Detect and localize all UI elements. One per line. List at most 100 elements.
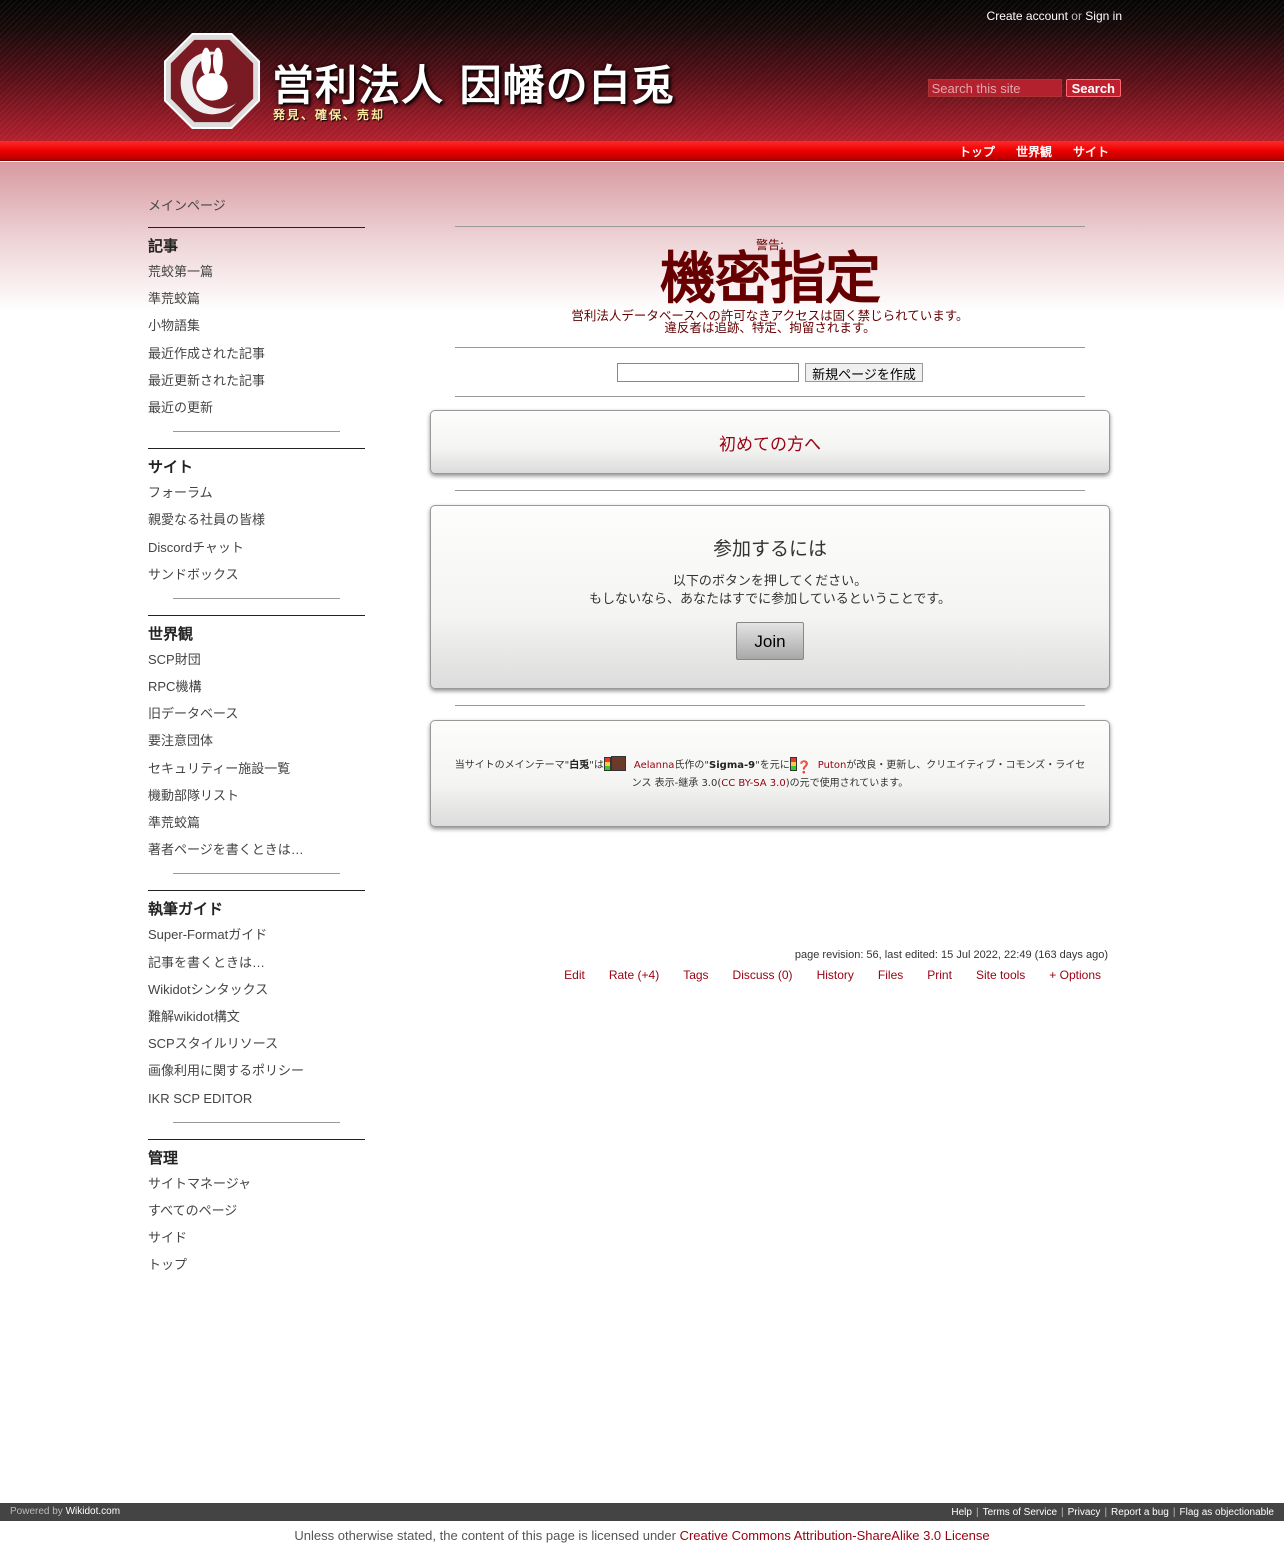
karma-icon <box>789 757 797 771</box>
main-content: 警告: 機密指定 営利法人データベースへの許可なきアクセスは固く禁じられています… <box>430 226 1110 827</box>
more-options[interactable]: + Options <box>1049 968 1101 982</box>
site-header: Create account or Sign in 営利法人 因幡の白兎 発見、… <box>0 0 1284 141</box>
sidebar-section-articles: 記事 荒蛟第一篇 準荒蛟篇 小物語集 最近作成された記事 最近更新された記事 最… <box>148 227 365 433</box>
sidebar-item[interactable]: SCP財団 <box>148 650 365 677</box>
sidebar-divider <box>173 873 340 875</box>
sidebar-item[interactable]: 画像利用に関するポリシー <box>148 1061 365 1088</box>
tags-option[interactable]: Tags <box>683 968 708 982</box>
sidebar-heading: サイト <box>148 459 194 477</box>
sidebar-item[interactable]: 機動部隊リスト <box>148 786 365 813</box>
sidebar-item[interactable]: 荒蛟第一篇 <box>148 262 365 289</box>
discuss-option[interactable]: Discuss (0) <box>733 968 793 982</box>
sidebar-heading: 世界観 <box>148 625 194 643</box>
sidebar-item[interactable]: SCPスタイルリソース <box>148 1034 365 1061</box>
site-title[interactable]: 営利法人 因幡の白兎 <box>272 52 675 113</box>
sidebar-item[interactable]: 最近作成された記事 <box>148 344 365 371</box>
sidebar-section-site: サイト フォーラム 親愛なる社員の皆様 Discordチャット サンドボックス <box>148 448 365 599</box>
user-avatar-icon[interactable] <box>610 756 626 771</box>
sign-in-link[interactable]: Sign in <box>1085 9 1122 23</box>
files-option[interactable]: Files <box>878 968 903 982</box>
page-revision-info: page revision: 56, last edited: 15 Jul 2… <box>794 949 1108 961</box>
top-nav-item-world[interactable]: 世界観 <box>1016 143 1052 160</box>
warning-title: 機密指定 <box>660 247 881 312</box>
author-link-aelanna[interactable]: Aelanna <box>634 760 675 771</box>
sidebar-item[interactable]: フォーラム <box>148 483 365 510</box>
sidebar-item[interactable]: 要注意団体 <box>148 731 365 758</box>
separator: | <box>1061 1507 1064 1518</box>
new-page-input[interactable] <box>617 362 800 382</box>
sidebar-item[interactable]: 著者ページを書くときは… <box>148 840 365 867</box>
author-link-puton[interactable]: Puton <box>818 760 847 771</box>
first-time-link[interactable]: 初めての方へ <box>719 435 821 455</box>
warning-line: 違反者は追跡、特定、拘留されます。 <box>664 320 876 335</box>
search-button[interactable]: Search <box>1065 79 1121 97</box>
sidebar-item[interactable]: Discordチャット <box>148 538 365 565</box>
rate-option[interactable]: Rate (+4) <box>609 968 659 982</box>
sidebar-heading: 執筆ガイド <box>148 901 224 919</box>
warning-text: 営利法人データベースへの許可なきアクセスは固く禁じられています。 違反者は追跡、… <box>430 309 1110 335</box>
side-bar: メインページ 記事 荒蛟第一篇 準荒蛟篇 小物語集 最近作成された記事 最近更新… <box>148 196 365 1282</box>
top-nav-item-top[interactable]: トップ <box>959 143 995 160</box>
sidebar-item[interactable]: 準荒蛟篇 <box>148 289 365 316</box>
footer-links: Help | Terms of Service | Privacy | Repo… <box>951 1507 1274 1518</box>
join-line: 以下のボタンを押してください。 <box>672 574 868 589</box>
terms-link[interactable]: Terms of Service <box>983 1507 1057 1518</box>
search-input[interactable] <box>927 79 1062 97</box>
join-button[interactable]: Join <box>736 622 804 660</box>
base-theme-name: Sigma-9 <box>709 760 756 771</box>
sidebar-item[interactable]: 難解wikidot構文 <box>148 1007 365 1034</box>
create-page-button[interactable]: 新規ページを作成 <box>805 362 923 382</box>
site-tools-option[interactable]: Site tools <box>976 968 1025 982</box>
sidebar-item[interactable]: サイド <box>148 1228 365 1255</box>
powered-by: Powered by Wikidot.com <box>10 1506 120 1517</box>
sidebar-item[interactable]: Wikidotシンタックス <box>148 980 365 1007</box>
help-link[interactable]: Help <box>951 1507 972 1518</box>
sidebar-divider <box>173 1121 340 1123</box>
sidebar-item-main-page[interactable]: メインページ <box>148 196 365 227</box>
sidebar-item[interactable]: Super-Formatガイド <box>148 925 365 952</box>
license-text: 氏作の" <box>674 760 710 771</box>
create-account-link[interactable]: Create account <box>987 9 1068 23</box>
license-text: "を元に <box>755 760 790 771</box>
footer-bar: Powered by Wikidot.com Help | Terms of S… <box>0 1503 1284 1521</box>
sidebar-item[interactable]: IKR SCP EDITOR <box>148 1089 365 1116</box>
divider <box>455 490 1085 491</box>
sidebar-item[interactable]: トップ <box>148 1255 365 1282</box>
rabbit-logo-icon[interactable] <box>163 32 261 130</box>
cc-license-link[interactable]: CC BY-SA 3.0 <box>721 778 785 789</box>
user-avatar-icon[interactable]: ❓ <box>797 760 812 774</box>
join-line: もしないなら、あなたはすでに参加しているということです。 <box>588 592 952 607</box>
print-option[interactable]: Print <box>927 968 952 982</box>
sidebar-item[interactable]: RPC機構 <box>148 677 365 704</box>
top-nav-bar: トップ 世界観 サイト <box>0 141 1284 161</box>
divider <box>455 396 1085 397</box>
sidebar-item[interactable]: 記事を書くときは… <box>148 953 365 980</box>
license-notice: Unless otherwise stated, the content of … <box>0 1528 1284 1543</box>
sidebar-item[interactable]: サンドボックス <box>148 565 365 592</box>
sidebar-item[interactable]: サイトマネージャ <box>148 1174 365 1201</box>
sidebar-item[interactable]: 準荒蛟篇 <box>148 813 365 840</box>
sidebar-heading: 記事 <box>148 238 179 255</box>
flag-link[interactable]: Flag as objectionable <box>1179 1507 1274 1518</box>
sidebar-item[interactable]: 親愛なる社員の皆様 <box>148 510 365 537</box>
cc-license-footer-link[interactable]: Creative Commons Attribution-ShareAlike … <box>680 1528 990 1543</box>
top-nav-item-site[interactable]: サイト <box>1073 143 1109 160</box>
edit-option[interactable]: Edit <box>564 968 585 982</box>
sidebar-item[interactable]: セキュリティー施設一覧 <box>148 759 365 786</box>
sidebar-item[interactable]: すべてのページ <box>148 1201 365 1228</box>
sidebar-item[interactable]: 最近更新された記事 <box>148 371 365 398</box>
sidebar-section-guide: 執筆ガイド Super-Formatガイド 記事を書くときは… Wikidotシ… <box>148 890 365 1123</box>
report-bug-link[interactable]: Report a bug <box>1111 1507 1169 1518</box>
sidebar-item[interactable]: 小物語集 <box>148 316 365 343</box>
sidebar-divider <box>173 431 340 433</box>
theme-name: 白兎 <box>569 760 590 771</box>
separator: | <box>975 1507 979 1518</box>
sidebar-item[interactable]: 最近の更新 <box>148 398 365 425</box>
theme-license-panel: 当サイトのメインテーマ"白兎"は Aelanna氏作の"Sigma-9"を元に ❓ P… <box>430 720 1110 827</box>
page-options-bar: Edit Rate (+4) Tags Discuss (0) History … <box>564 968 1101 982</box>
wikidot-link[interactable]: Wikidot.com <box>66 1506 120 1517</box>
privacy-link[interactable]: Privacy <box>1068 1507 1101 1518</box>
history-option[interactable]: History <box>817 968 854 982</box>
sidebar-item[interactable]: 旧データベース <box>148 704 365 731</box>
sidebar-heading: 管理 <box>148 1149 179 1167</box>
